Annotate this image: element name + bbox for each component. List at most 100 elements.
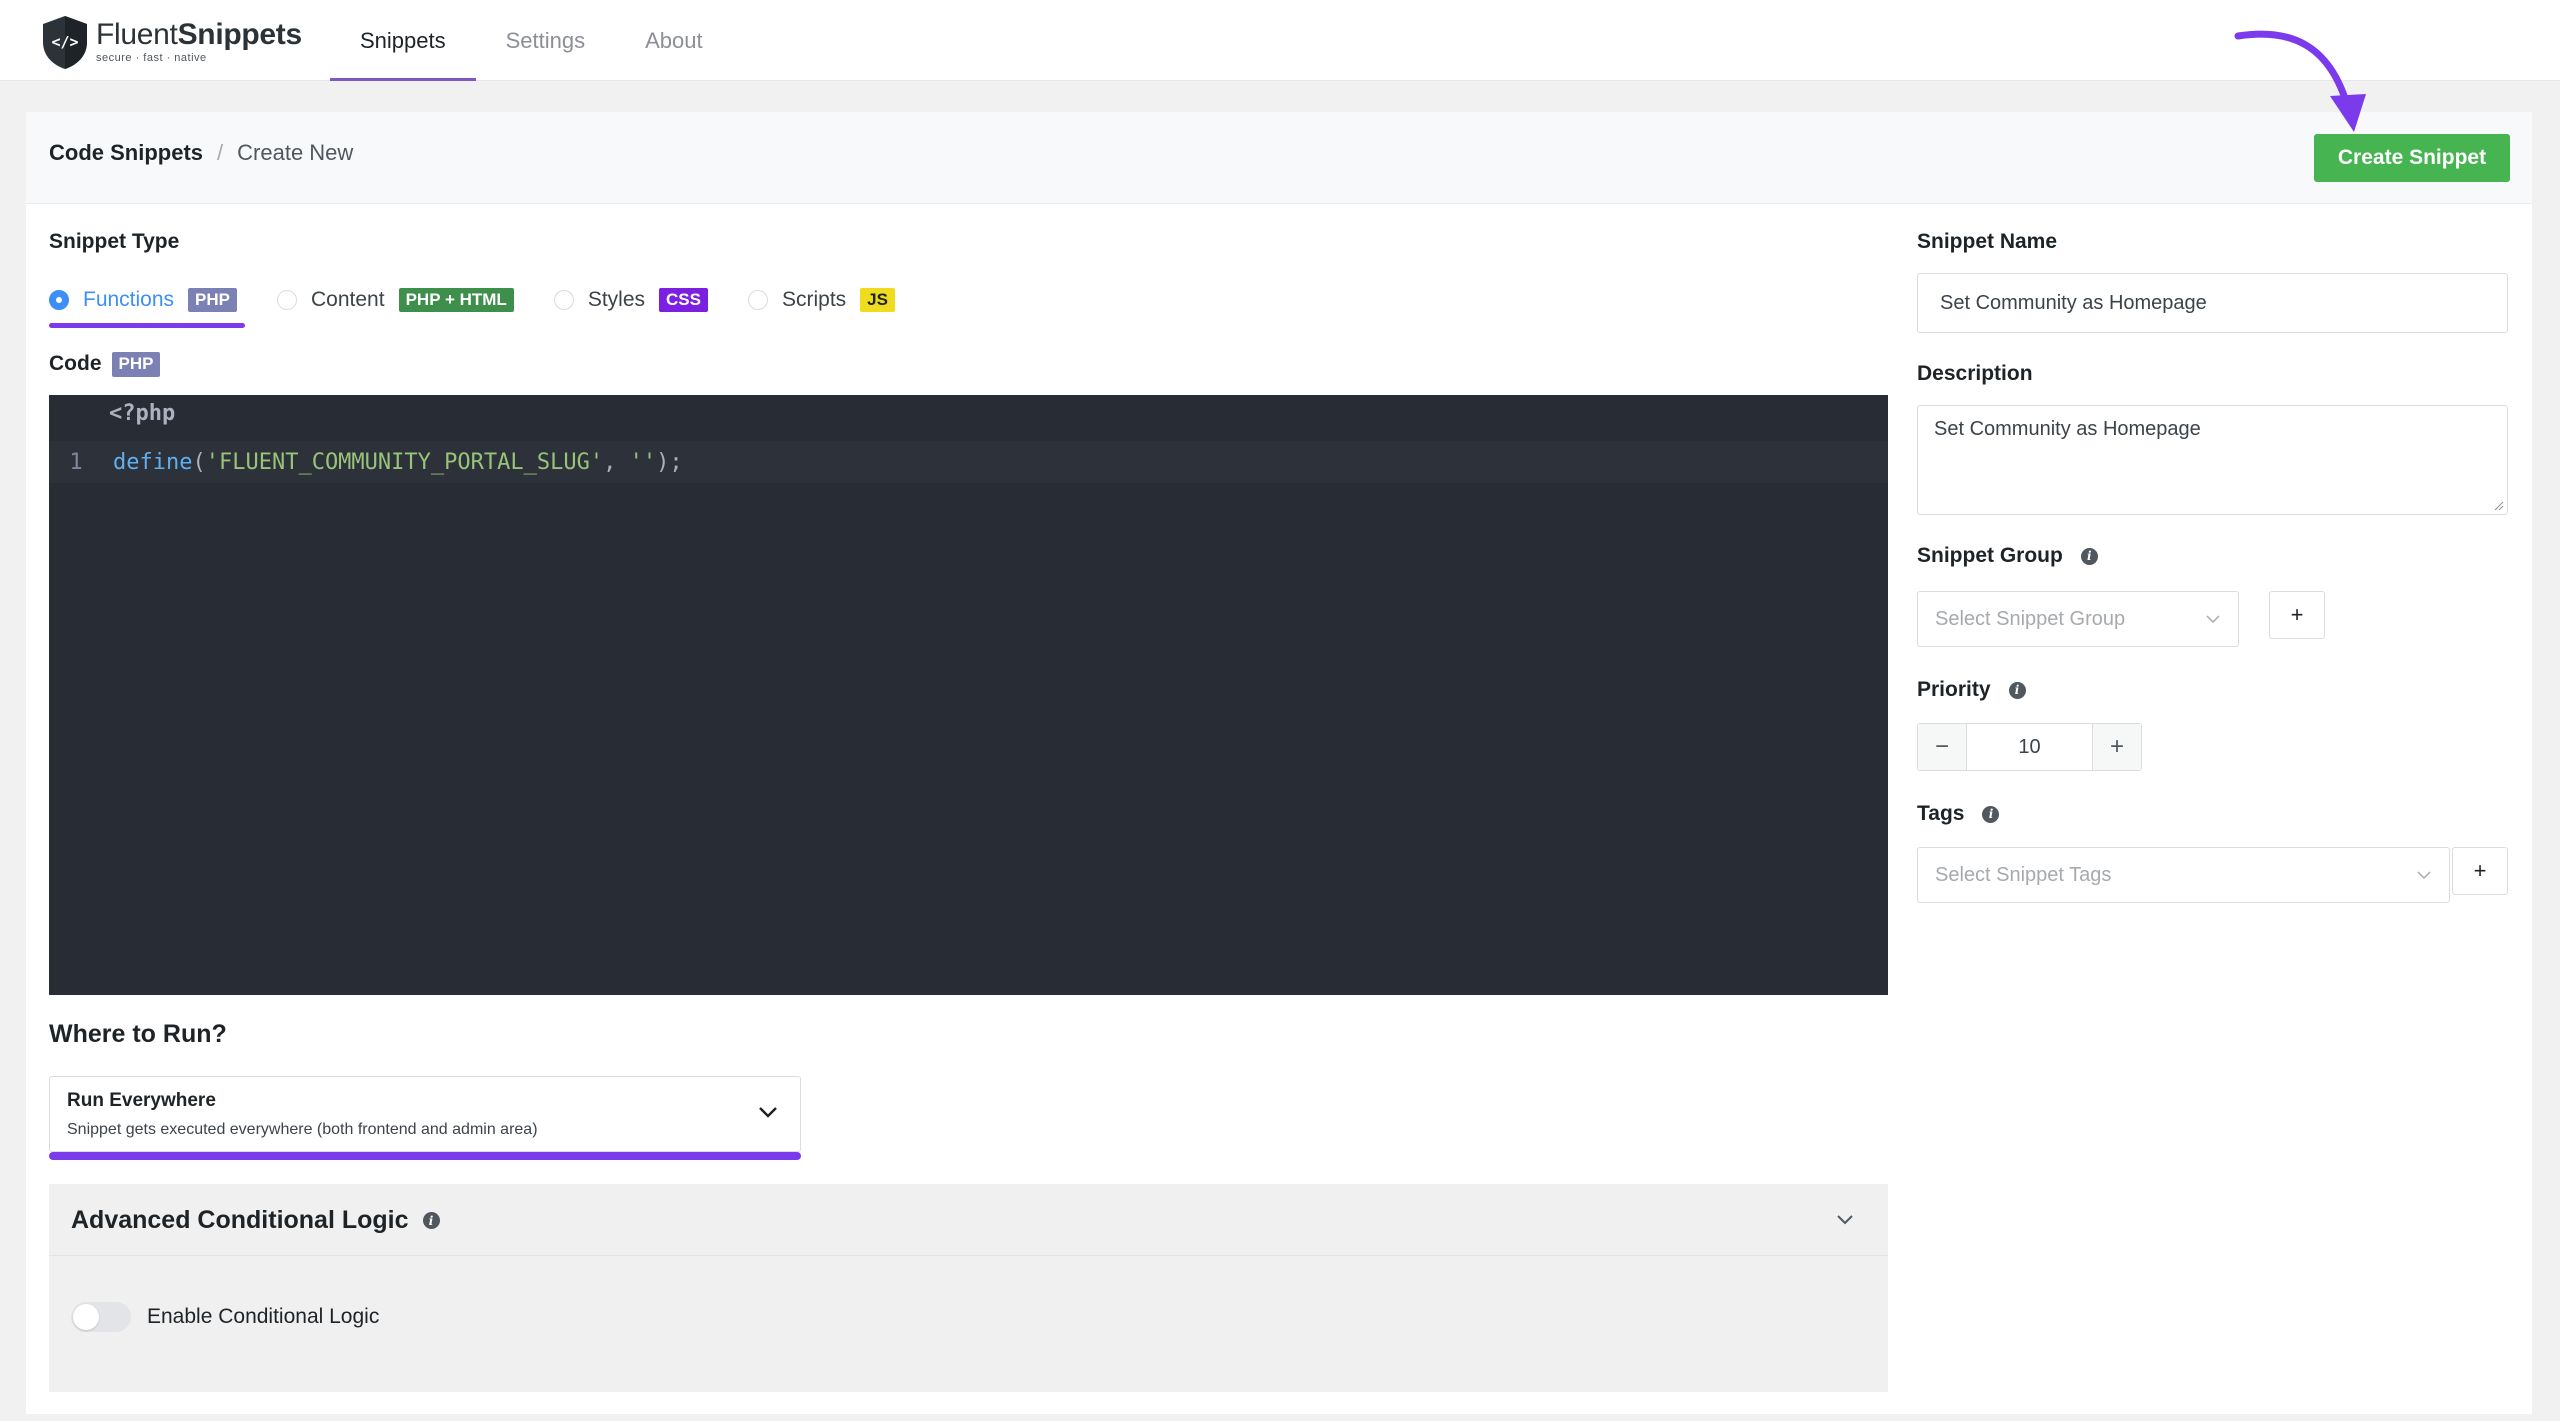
radio-styles[interactable] [553, 290, 574, 310]
tab-about-label: About [645, 27, 703, 53]
line-number: 1 [69, 449, 83, 475]
code-editor[interactable]: <?php 1 define('FLUENT_COMMUNITY_PORTAL_… [49, 395, 1888, 995]
token-string-1: 'FLUENT_COMMUNITY_PORTAL_SLUG' [205, 449, 604, 475]
snippet-name-value: Set Community as Homepage [1940, 291, 2207, 314]
snippet-type-radio-group: Functions PHP Content PHP + HTML Styles … [49, 280, 935, 328]
code-label: Code PHP [49, 352, 161, 377]
advanced-panel-title: Advanced Conditional Logic i [71, 1206, 440, 1235]
tab-settings-label: Settings [505, 27, 586, 53]
type-option-styles[interactable]: Styles CSS [553, 280, 708, 320]
priority-increase-button[interactable]: + [2092, 724, 2141, 770]
description-label: Description [1917, 362, 2033, 386]
code-line[interactable]: 1 define('FLUENT_COMMUNITY_PORTAL_SLUG',… [49, 441, 1888, 483]
fluent-shield-logo-icon: </> [43, 16, 87, 69]
minus-icon: − [1934, 733, 1949, 760]
token-string-2: '' [629, 449, 657, 475]
app-logo[interactable]: </> FluentSnippets secure · fast · nativ… [40, 14, 302, 70]
type-option-scripts[interactable]: Scripts JS [747, 280, 895, 320]
priority-decrease-button[interactable]: − [1918, 724, 1967, 770]
snippet-group-placeholder: Select Snippet Group [1935, 607, 2126, 630]
advanced-panel-header[interactable]: Advanced Conditional Logic i [49, 1184, 1888, 1256]
badge-js: JS [860, 287, 895, 313]
priority-value-input[interactable]: 10 [1967, 724, 2092, 770]
code-label-text: Code [49, 352, 102, 376]
snippet-tags-select[interactable]: Select Snippet Tags [1917, 847, 2450, 903]
svg-text:</>: </> [51, 33, 78, 51]
token-comma: , [603, 449, 630, 475]
snippet-group-select[interactable]: Select Snippet Group [1917, 591, 2239, 647]
line-content: define('FLUENT_COMMUNITY_PORTAL_SLUG', '… [103, 450, 683, 475]
tab-snippets[interactable]: Snippets [330, 0, 476, 81]
php-opening-tag: <?php [109, 401, 176, 426]
where-to-run-highlight [49, 1152, 801, 1160]
token-open-paren: ( [192, 449, 206, 475]
radio-functions[interactable] [49, 290, 69, 310]
plus-icon: + [2290, 602, 2304, 627]
main-nav: Snippets Settings About [330, 0, 733, 81]
breadcrumb-code-snippets[interactable]: Code Snippets [49, 140, 203, 166]
logo-name-light: Fluent [96, 18, 178, 51]
priority-stepper: − 10 + [1917, 723, 2142, 771]
token-close: ); [656, 449, 683, 475]
snippet-name-input[interactable]: Set Community as Homepage [1917, 273, 2508, 333]
snippet-name-label: Snippet Name [1917, 230, 2057, 254]
radio-scripts[interactable] [747, 290, 768, 310]
chevron-down-icon [759, 1107, 777, 1118]
tags-label-text: Tags [1917, 802, 1965, 825]
code-badge-php: PHP [111, 352, 161, 377]
create-snippet-button[interactable]: Create Snippet [2314, 134, 2510, 182]
priority-label-text: Priority [1917, 678, 1991, 701]
description-textarea[interactable]: Set Community as Homepage [1917, 405, 2508, 515]
description-value: Set Community as Homepage [1934, 418, 2201, 440]
info-icon: i [2080, 547, 2098, 565]
radio-content[interactable] [277, 290, 298, 310]
advanced-conditional-logic-panel: Advanced Conditional Logic i Enable Cond… [49, 1184, 1888, 1392]
resize-grip-icon[interactable] [2494, 501, 2504, 511]
tags-label: Tags i [1917, 802, 2000, 826]
plus-icon: + [2473, 858, 2487, 883]
where-to-run-selected-title: Run Everywhere [67, 1090, 216, 1111]
snippet-editor-card: Code Snippets / Create New Create Snippe… [26, 112, 2532, 1414]
type-label-functions: Functions [83, 288, 175, 311]
type-option-content[interactable]: Content PHP + HTML [277, 280, 514, 320]
tab-snippets-label: Snippets [360, 27, 446, 53]
priority-value: 10 [2018, 735, 2041, 758]
logo-tagline: secure · fast · native [96, 52, 207, 64]
description-label-text: Description [1917, 362, 2033, 385]
breadcrumb: Code Snippets / Create New [49, 140, 353, 166]
chevron-down-icon[interactable] [1836, 1214, 1854, 1226]
top-navigation-bar: </> FluentSnippets secure · fast · nativ… [0, 0, 2560, 81]
where-to-run-selected-description: Snippet gets executed everywhere (both f… [67, 1121, 538, 1138]
badge-php: PHP [188, 287, 238, 313]
where-to-run-label: Where to Run? [49, 1020, 227, 1048]
chevron-down-icon [2206, 615, 2220, 624]
enable-conditional-logic-toggle[interactable] [71, 1302, 131, 1332]
add-snippet-group-button[interactable]: + [2269, 591, 2325, 639]
info-icon: i [422, 1212, 440, 1229]
type-label-scripts: Scripts [781, 288, 847, 311]
snippet-type-label: Snippet Type [49, 230, 180, 253]
type-option-functions[interactable]: Functions PHP [49, 280, 246, 328]
type-label-styles: Styles [587, 288, 645, 311]
card-header: Code Snippets / Create New Create Snippe… [26, 112, 2532, 204]
add-snippet-tag-button[interactable]: + [2452, 847, 2508, 895]
tab-about[interactable]: About [615, 0, 733, 81]
breadcrumb-current: Create New [237, 140, 354, 165]
advanced-title-text: Advanced Conditional Logic [71, 1206, 409, 1234]
badge-php-html: PHP + HTML [398, 287, 514, 313]
conditional-logic-toggle-row: Enable Conditional Logic [71, 1302, 379, 1332]
badge-css: CSS [659, 287, 708, 313]
enable-conditional-logic-label: Enable Conditional Logic [147, 1305, 380, 1328]
chevron-down-icon [2417, 871, 2431, 880]
breadcrumb-separator: / [217, 140, 224, 165]
token-function: define [113, 449, 193, 475]
snippet-group-label: Snippet Group i [1917, 544, 2098, 568]
info-icon: i [1982, 805, 2000, 823]
logo-name-bold: Snippets [177, 18, 303, 51]
tab-settings[interactable]: Settings [476, 0, 616, 81]
priority-label: Priority i [1917, 678, 2026, 702]
type-label-content: Content [311, 288, 385, 311]
snippet-name-label-text: Snippet Name [1917, 230, 2058, 253]
where-to-run-select[interactable]: Run Everywhere Snippet gets executed eve… [49, 1076, 801, 1152]
snippet-tags-placeholder: Select Snippet Tags [1935, 863, 2112, 886]
